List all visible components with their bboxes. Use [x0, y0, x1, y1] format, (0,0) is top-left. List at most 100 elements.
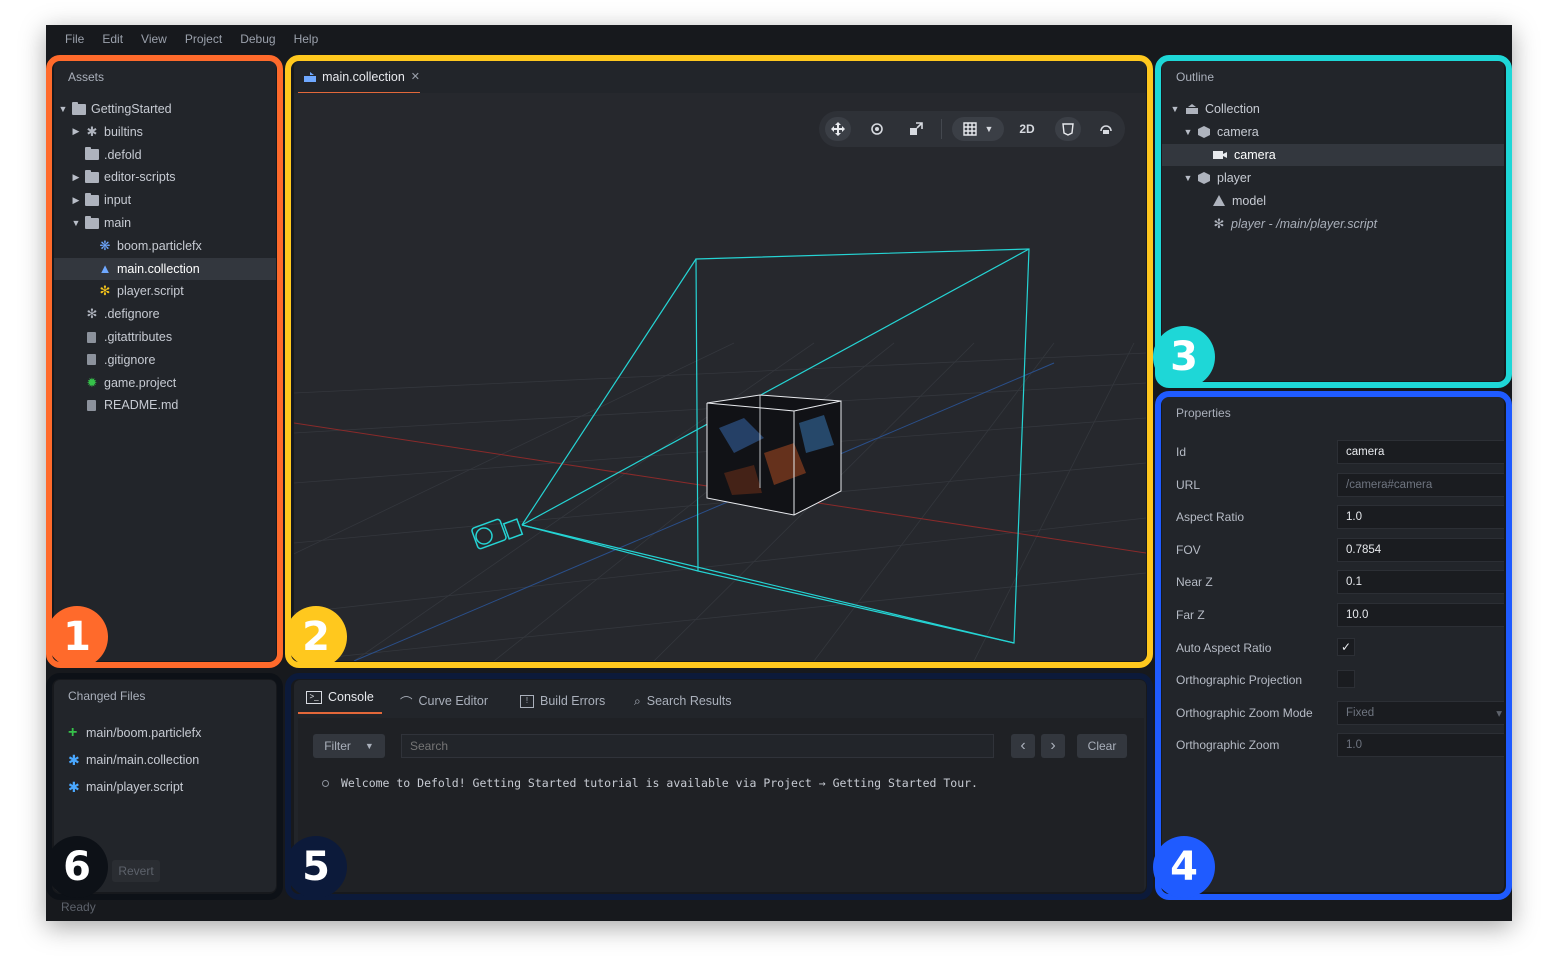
collection-icon: ▲ [98, 261, 112, 277]
tab-build-errors[interactable]: ! Build Errors [520, 690, 605, 712]
changed-file-label: main/player.script [86, 780, 184, 794]
outline-item-camera-component[interactable]: camera [1162, 144, 1504, 166]
camera-reset-button[interactable] [1093, 117, 1119, 141]
asset-item[interactable]: ✹ game.project [54, 372, 276, 394]
changed-files-title: Changed Files [68, 689, 146, 703]
properties-panel: Properties Id camera URL/camera#camera Aspe… [1162, 397, 1504, 892]
move-tool-button[interactable] [825, 117, 851, 141]
expand-toggle[interactable]: ▶ [71, 195, 81, 206]
grid-icon [962, 122, 977, 136]
viewport[interactable]: ▼ 2D [294, 93, 1146, 661]
gear-icon: ✻ [86, 306, 98, 322]
grid-toggle-button[interactable]: ▼ [952, 117, 1004, 141]
menu-edit[interactable]: Edit [102, 32, 123, 46]
menu-debug[interactable]: Debug [240, 32, 275, 46]
property-field-orthographic-zoom-mode[interactable]: Fixed ▾ [1337, 700, 1504, 725]
tab-console[interactable]: >_ Console [298, 682, 382, 714]
prev-match-button[interactable]: ‹ [1011, 734, 1035, 758]
property-field-url[interactable]: /camera#camera [1337, 472, 1504, 497]
toolbar-divider [941, 119, 942, 139]
asset-item[interactable]: ▼ GettingStarted [54, 98, 276, 120]
console-search-input[interactable] [401, 734, 994, 758]
auto-aspect-checkbox[interactable]: ✓ [1337, 637, 1355, 656]
property-value: camera [1346, 446, 1385, 458]
asset-item[interactable]: ▲ main.collection [54, 257, 276, 280]
asset-item[interactable]: README.md [54, 394, 276, 416]
asset-item-label: input [104, 193, 132, 208]
expand-toggle[interactable]: ▼ [58, 104, 68, 114]
folder-icon [85, 169, 99, 183]
asset-item[interactable]: ▼ main [54, 212, 276, 234]
gear-icon: ✻ [1213, 216, 1225, 231]
outline-item-collection[interactable]: ▼ Collection [1170, 98, 1504, 120]
curve-icon: ⌒ [400, 695, 413, 710]
asset-item[interactable]: .gitattributes [54, 326, 276, 348]
outline-item-player[interactable]: ▼ player [1183, 167, 1504, 189]
property-label: Orthographic Zoom Mode [1176, 705, 1313, 720]
property-field-id[interactable]: camera [1337, 440, 1504, 464]
asset-item[interactable]: .defold [54, 144, 276, 166]
assets-panel: Assets ▼ GettingStarted ▶ ✱ builtins .defold ▶… [54, 61, 276, 661]
menu-view[interactable]: View [141, 32, 167, 46]
property-field-aspect-ratio[interactable]: 1.0 [1337, 505, 1504, 530]
next-match-button[interactable]: › [1041, 734, 1065, 758]
outline-item-script[interactable]: ✻ player - /main/player.script [1212, 213, 1504, 235]
property-value: 0.1 [1346, 576, 1362, 589]
property-label: Auto Aspect Ratio [1176, 640, 1272, 655]
z-axis-line [353, 362, 1055, 661]
modified-icon: ✱ [68, 751, 80, 768]
collection-icon [304, 71, 316, 82]
asset-item[interactable]: ❋ boom.particlefx [54, 235, 276, 257]
clear-button[interactable]: Clear [1077, 734, 1127, 758]
asset-item[interactable]: ▶ ✱ builtins [54, 121, 276, 143]
expand-toggle[interactable]: ▶ [71, 126, 81, 137]
menu-help[interactable]: Help [294, 32, 319, 46]
expand-toggle[interactable]: ▼ [1183, 173, 1193, 183]
scale-tool-button[interactable] [903, 117, 929, 141]
outline-item-label: player [1217, 171, 1252, 185]
asset-item[interactable]: ▶ input [54, 189, 276, 211]
ground-grid [294, 342, 1146, 661]
expand-toggle[interactable]: ▼ [1170, 104, 1180, 114]
asset-item[interactable]: .gitignore [54, 349, 276, 371]
folder-icon [85, 192, 99, 206]
tab-label: main.collection [322, 69, 405, 84]
property-field-far-z[interactable]: 10.0 [1337, 603, 1504, 627]
mode-2d-button[interactable]: 2D [1014, 117, 1040, 141]
tab-search-results[interactable]: ⌕ Search Results [634, 690, 732, 712]
callout-badge-4: 4 [1153, 836, 1215, 898]
expand-toggle[interactable]: ▶ [71, 172, 81, 183]
menu-project[interactable]: Project [185, 32, 222, 46]
error-icon: ! [520, 694, 534, 708]
changed-file-item[interactable]: ✱ main/player.script [68, 777, 183, 797]
asset-item-label: main.collection [117, 261, 200, 276]
move-icon [831, 122, 845, 136]
asset-item-label: player.script [117, 284, 184, 299]
property-label: Far Z [1176, 608, 1205, 622]
orthographic-projection-checkbox[interactable] [1337, 670, 1355, 689]
tab-main-collection[interactable]: main.collection ✕ [298, 61, 420, 94]
expand-toggle[interactable]: ▼ [71, 218, 81, 228]
console-panel: >_ Console ⌒ Curve Editor ! Build Errors… [294, 680, 1146, 892]
filter-dropdown[interactable]: Filter ▼ [313, 734, 385, 758]
changed-file-item[interactable]: + main/boom.particlefx [68, 723, 201, 743]
revert-button[interactable]: Revert [112, 860, 160, 882]
outline-item-model[interactable]: model [1212, 190, 1504, 212]
chevron-down-icon: ▾ [1496, 707, 1502, 720]
rotate-tool-button[interactable] [864, 117, 890, 141]
property-field-fov[interactable]: 0.7854 [1337, 537, 1504, 562]
asset-item[interactable]: ✻ .defignore [54, 303, 276, 325]
asset-item[interactable]: ✻ player.script [54, 280, 276, 302]
visibility-filter-button[interactable] [1055, 117, 1081, 141]
changed-file-item[interactable]: ✱ main/main.collection [68, 750, 199, 770]
game-object-icon [1198, 172, 1210, 184]
property-field-orthographic-zoom[interactable]: 1.0 [1337, 733, 1504, 758]
asset-item[interactable]: ▶ editor-scripts [54, 166, 276, 188]
outline-item-camera-go[interactable]: ▼ camera [1183, 121, 1504, 143]
asset-item-label: builtins [104, 124, 143, 139]
menu-file[interactable]: File [65, 32, 84, 46]
tab-curve-editor[interactable]: ⌒ Curve Editor [400, 690, 488, 712]
property-field-near-z[interactable]: 0.1 [1337, 570, 1504, 595]
expand-toggle[interactable]: ▼ [1183, 127, 1193, 137]
close-icon[interactable]: ✕ [411, 70, 420, 83]
